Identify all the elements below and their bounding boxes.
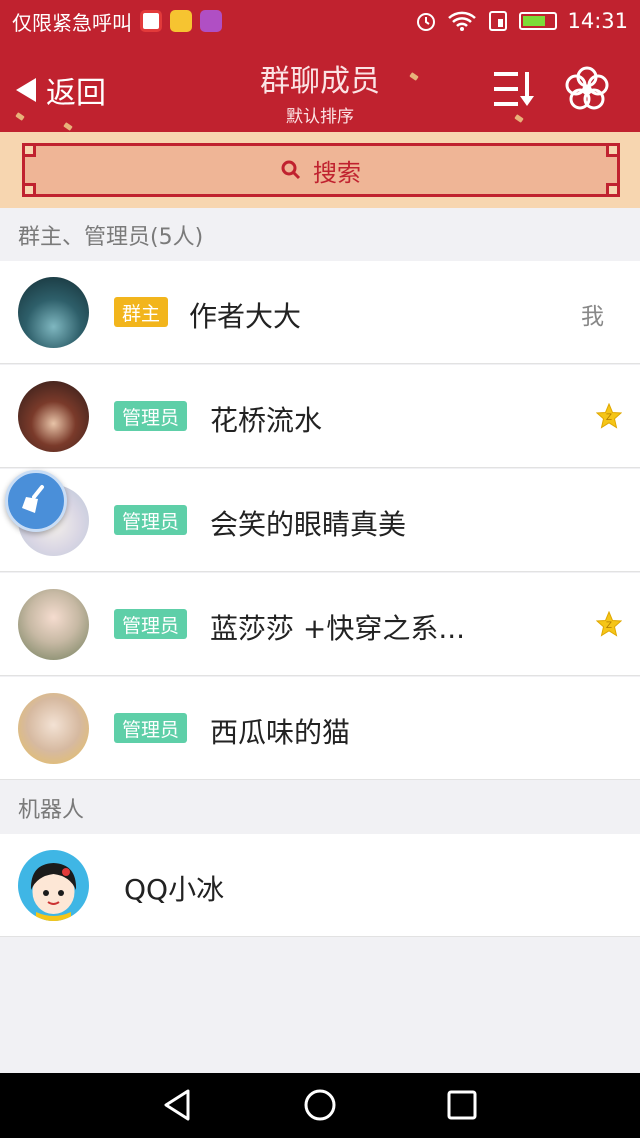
xiaobing-face-icon xyxy=(30,863,77,921)
status-bar: 仅限紧急呼叫 14:31 xyxy=(0,0,640,42)
search-icon xyxy=(281,160,301,180)
weibo-app-icon xyxy=(140,10,162,32)
frame-corner-decoration xyxy=(606,143,620,157)
status-right: 14:31 xyxy=(415,9,628,33)
member-name: 作者大大 xyxy=(189,300,302,333)
star-icon: Z xyxy=(596,403,622,429)
member-row[interactable]: QQ小冰 xyxy=(0,834,640,937)
title-block: 群聊成员 默认排序 xyxy=(0,56,640,127)
avatar xyxy=(18,277,89,348)
search-label: 搜索 xyxy=(313,158,361,187)
nav-recents-icon[interactable] xyxy=(444,1087,480,1123)
member-name: 会笑的眼睛真美 xyxy=(210,508,407,541)
star-icon: Z xyxy=(596,611,622,637)
avatar xyxy=(18,693,89,764)
member-row[interactable]: 群主 作者大大 我 xyxy=(0,261,640,364)
notification-icons xyxy=(140,10,222,32)
gallery-app-icon xyxy=(200,10,222,32)
game-app-icon xyxy=(170,10,192,32)
nav-home-icon[interactable] xyxy=(302,1087,338,1123)
owner-badge: 群主 xyxy=(114,297,169,327)
member-row[interactable]: 管理员 西瓜味的猫 xyxy=(0,677,640,780)
broom-clean-icon xyxy=(22,485,44,513)
nav-back-icon[interactable] xyxy=(160,1087,196,1123)
search-box[interactable]: 搜索 xyxy=(22,143,620,197)
avatar xyxy=(18,381,89,452)
page-title: 群聊成员 xyxy=(260,64,380,99)
admin-badge: 管理员 xyxy=(114,505,188,535)
svg-text:Z: Z xyxy=(606,413,612,423)
svg-text:Z: Z xyxy=(606,621,612,631)
member-name: QQ小冰 xyxy=(124,873,225,906)
floating-clean-button[interactable] xyxy=(5,470,67,532)
wifi-icon xyxy=(448,11,477,31)
frame-corner-decoration xyxy=(22,183,36,197)
sim-icon xyxy=(489,11,508,31)
header: 返回 群聊成员 默认排序 xyxy=(0,42,640,132)
member-row[interactable]: 管理员 花桥流水 Z xyxy=(0,365,640,468)
flower-settings-icon[interactable] xyxy=(564,66,610,112)
avatar xyxy=(18,850,89,921)
sort-mode-subtitle: 默认排序 xyxy=(286,107,354,127)
frame-corner-decoration xyxy=(22,143,36,157)
member-row[interactable]: 管理员 蓝莎莎 +快穿之系... Z xyxy=(0,573,640,676)
carrier-text: 仅限紧急呼叫 xyxy=(12,10,132,35)
member-name: 花桥流水 xyxy=(210,404,323,437)
admin-badge: 管理员 xyxy=(114,401,188,431)
me-tag: 我 xyxy=(581,304,604,330)
battery-icon xyxy=(519,12,558,30)
section-header-bots: 机器人 xyxy=(0,781,640,834)
status-time: 14:31 xyxy=(567,9,628,33)
member-row[interactable]: 管理员 会笑的眼睛真美 xyxy=(0,469,640,572)
search-band: 搜索 xyxy=(0,132,640,208)
alarm-icon xyxy=(417,13,436,31)
admin-badge: 管理员 xyxy=(114,609,188,639)
system-nav-bar xyxy=(0,1073,640,1138)
section-header-admins: 群主、管理员(5人) xyxy=(0,208,640,261)
member-name: 西瓜味的猫 xyxy=(210,716,351,749)
frame-corner-decoration xyxy=(606,183,620,197)
member-name: 蓝莎莎 +快穿之系... xyxy=(210,612,466,645)
sort-icon[interactable] xyxy=(494,70,536,108)
avatar xyxy=(18,589,89,660)
admin-badge: 管理员 xyxy=(114,713,188,743)
